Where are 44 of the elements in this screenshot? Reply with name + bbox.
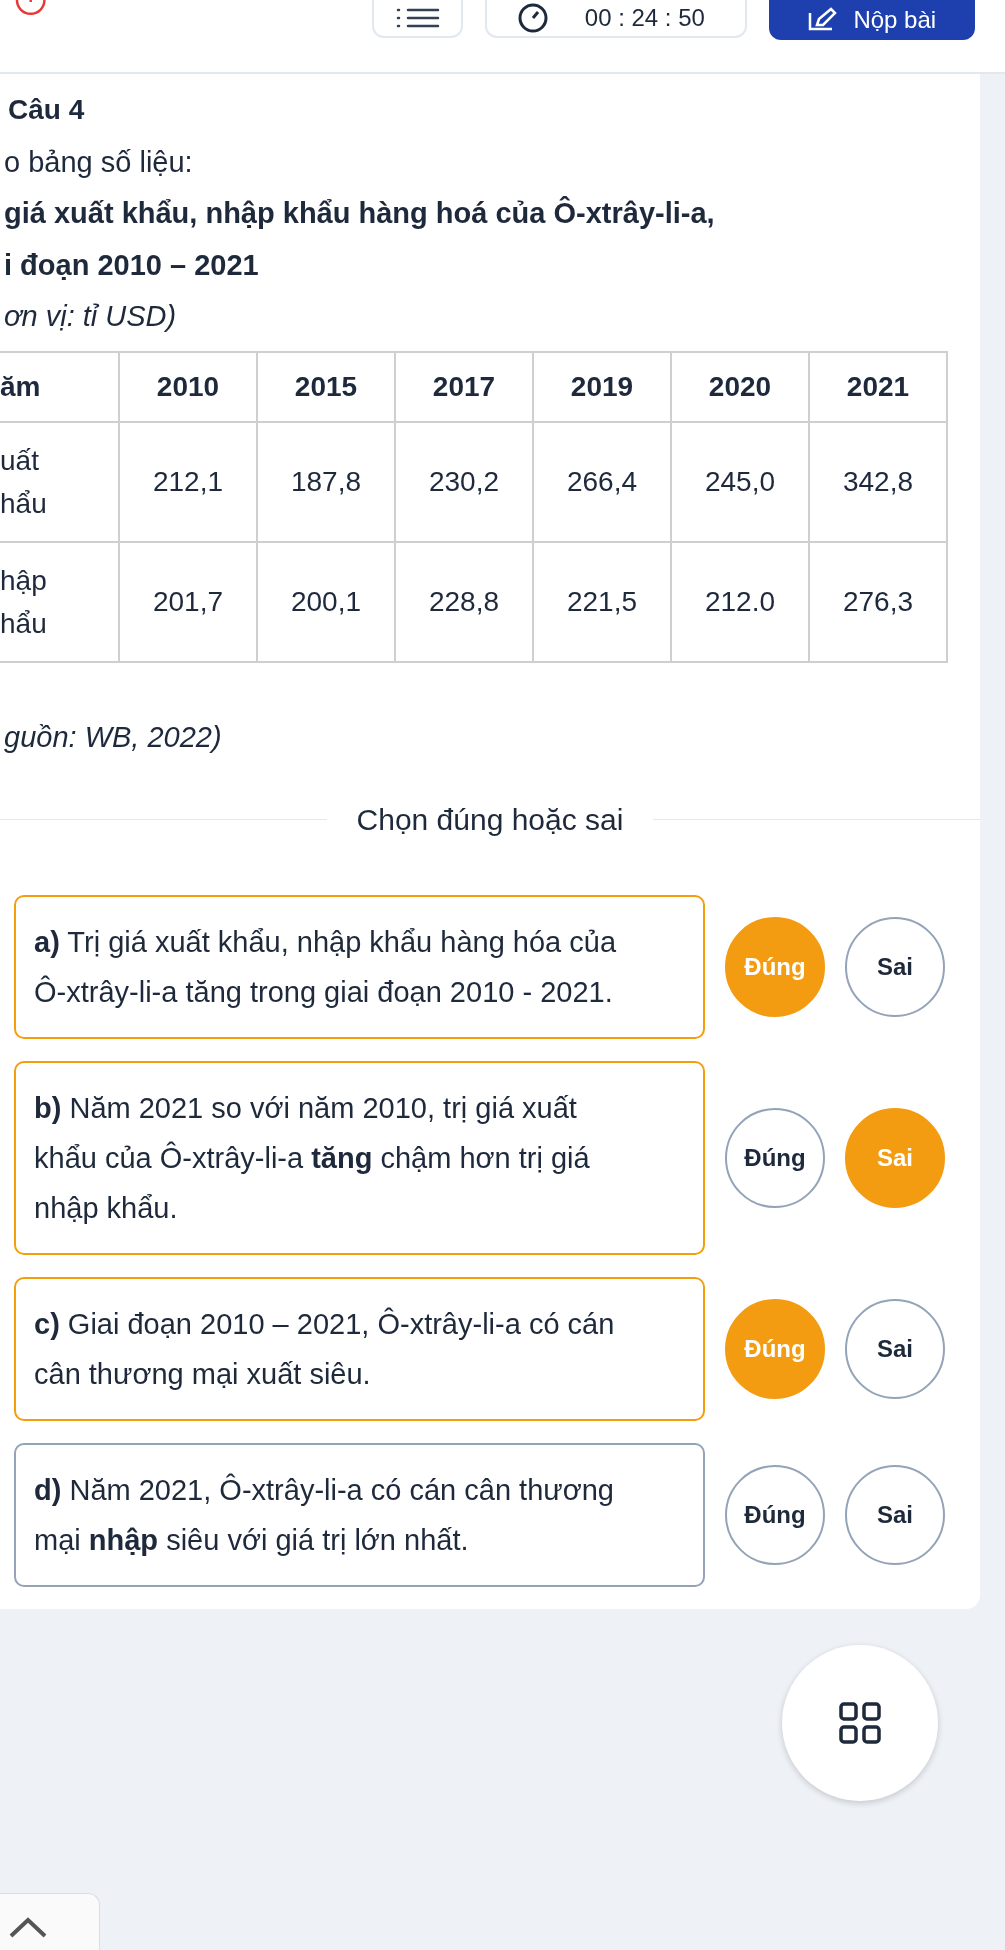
statement-text: a) Trị giá xuất khẩu, nhập khẩu hàng hóa của Ô-xtrây-li-a tăng trong giai đoạn 2010 - 2021. <box>14 894 705 1039</box>
question-text: o bảng số liệu: <box>4 146 194 180</box>
table-cell: 342,8 <box>809 422 947 543</box>
row-header: uất hẩu <box>0 422 119 543</box>
source-note: guồn: WB, 2022) <box>4 721 223 755</box>
column-header: 2015 <box>257 352 395 423</box>
table-cell: 221,5 <box>533 542 671 663</box>
menu-icon <box>395 7 440 29</box>
menu-button[interactable] <box>372 0 463 38</box>
question-title: Câu 4 <box>8 94 86 126</box>
table-cell: 266,4 <box>533 422 671 543</box>
table-cell: 228,8 <box>395 542 533 663</box>
column-header: 2017 <box>395 352 533 423</box>
table-cell: 187,8 <box>257 422 395 543</box>
table-cell: 276,3 <box>809 542 947 663</box>
table-caption: i đoạn 2010 – 2021 <box>4 248 260 283</box>
column-header: 2020 <box>671 352 809 423</box>
answer-option[interactable]: Sai <box>845 916 945 1017</box>
table-cell: 230,2 <box>395 422 533 543</box>
table-caption: giá xuất khẩu, nhập khẩu hàng hoá của Ô-xtrây-li-a, <box>4 197 716 231</box>
section-title: Chọn đúng hoặc sai <box>355 802 625 837</box>
answer-option[interactable]: Sai <box>845 1298 945 1399</box>
grid-icon[interactable] <box>839 1702 881 1744</box>
statement-text: c) Giai đoạn 2010 – 2021, Ô-xtrây-li-a có cán cân thương mại xuất siêu. <box>14 1276 705 1421</box>
answer-option[interactable]: Đúng <box>725 1464 825 1565</box>
column-header: 2010 <box>119 352 257 423</box>
answer-option[interactable]: Đúng <box>725 1107 825 1208</box>
row-header: hập hẩu <box>0 542 119 663</box>
table-cell: 245,0 <box>671 422 809 543</box>
column-header: 2019 <box>533 352 671 423</box>
timer-text: 00 : 24 : 50 <box>584 4 705 32</box>
table-cell: 200,1 <box>257 542 395 663</box>
statement-text: d) Năm 2021, Ô-xtrây-li-a có cán cân thương mại nhập siêu với giá trị lớn nhất. <box>14 1442 705 1587</box>
table-cell: 212.0 <box>671 542 809 663</box>
unit-note: ơn vị: tỉ USD) <box>4 300 178 334</box>
answer-option[interactable]: Sai <box>845 1464 945 1565</box>
stopwatch-icon <box>516 2 549 34</box>
column-header: ăm <box>0 352 119 423</box>
statement-text: b) Năm 2021 so với năm 2010, trị giá xuất khẩu của Ô-xtrây-li-a tăng chậm hơn trị giá nhập khẩu. <box>14 1060 705 1255</box>
table-cell: 212,1 <box>119 422 257 543</box>
chevron-up-icon[interactable] <box>8 1916 48 1938</box>
submit-button[interactable]: Nộp bài <box>768 0 975 40</box>
column-header: 2021 <box>809 352 947 423</box>
table-cell: 201,7 <box>119 542 257 663</box>
